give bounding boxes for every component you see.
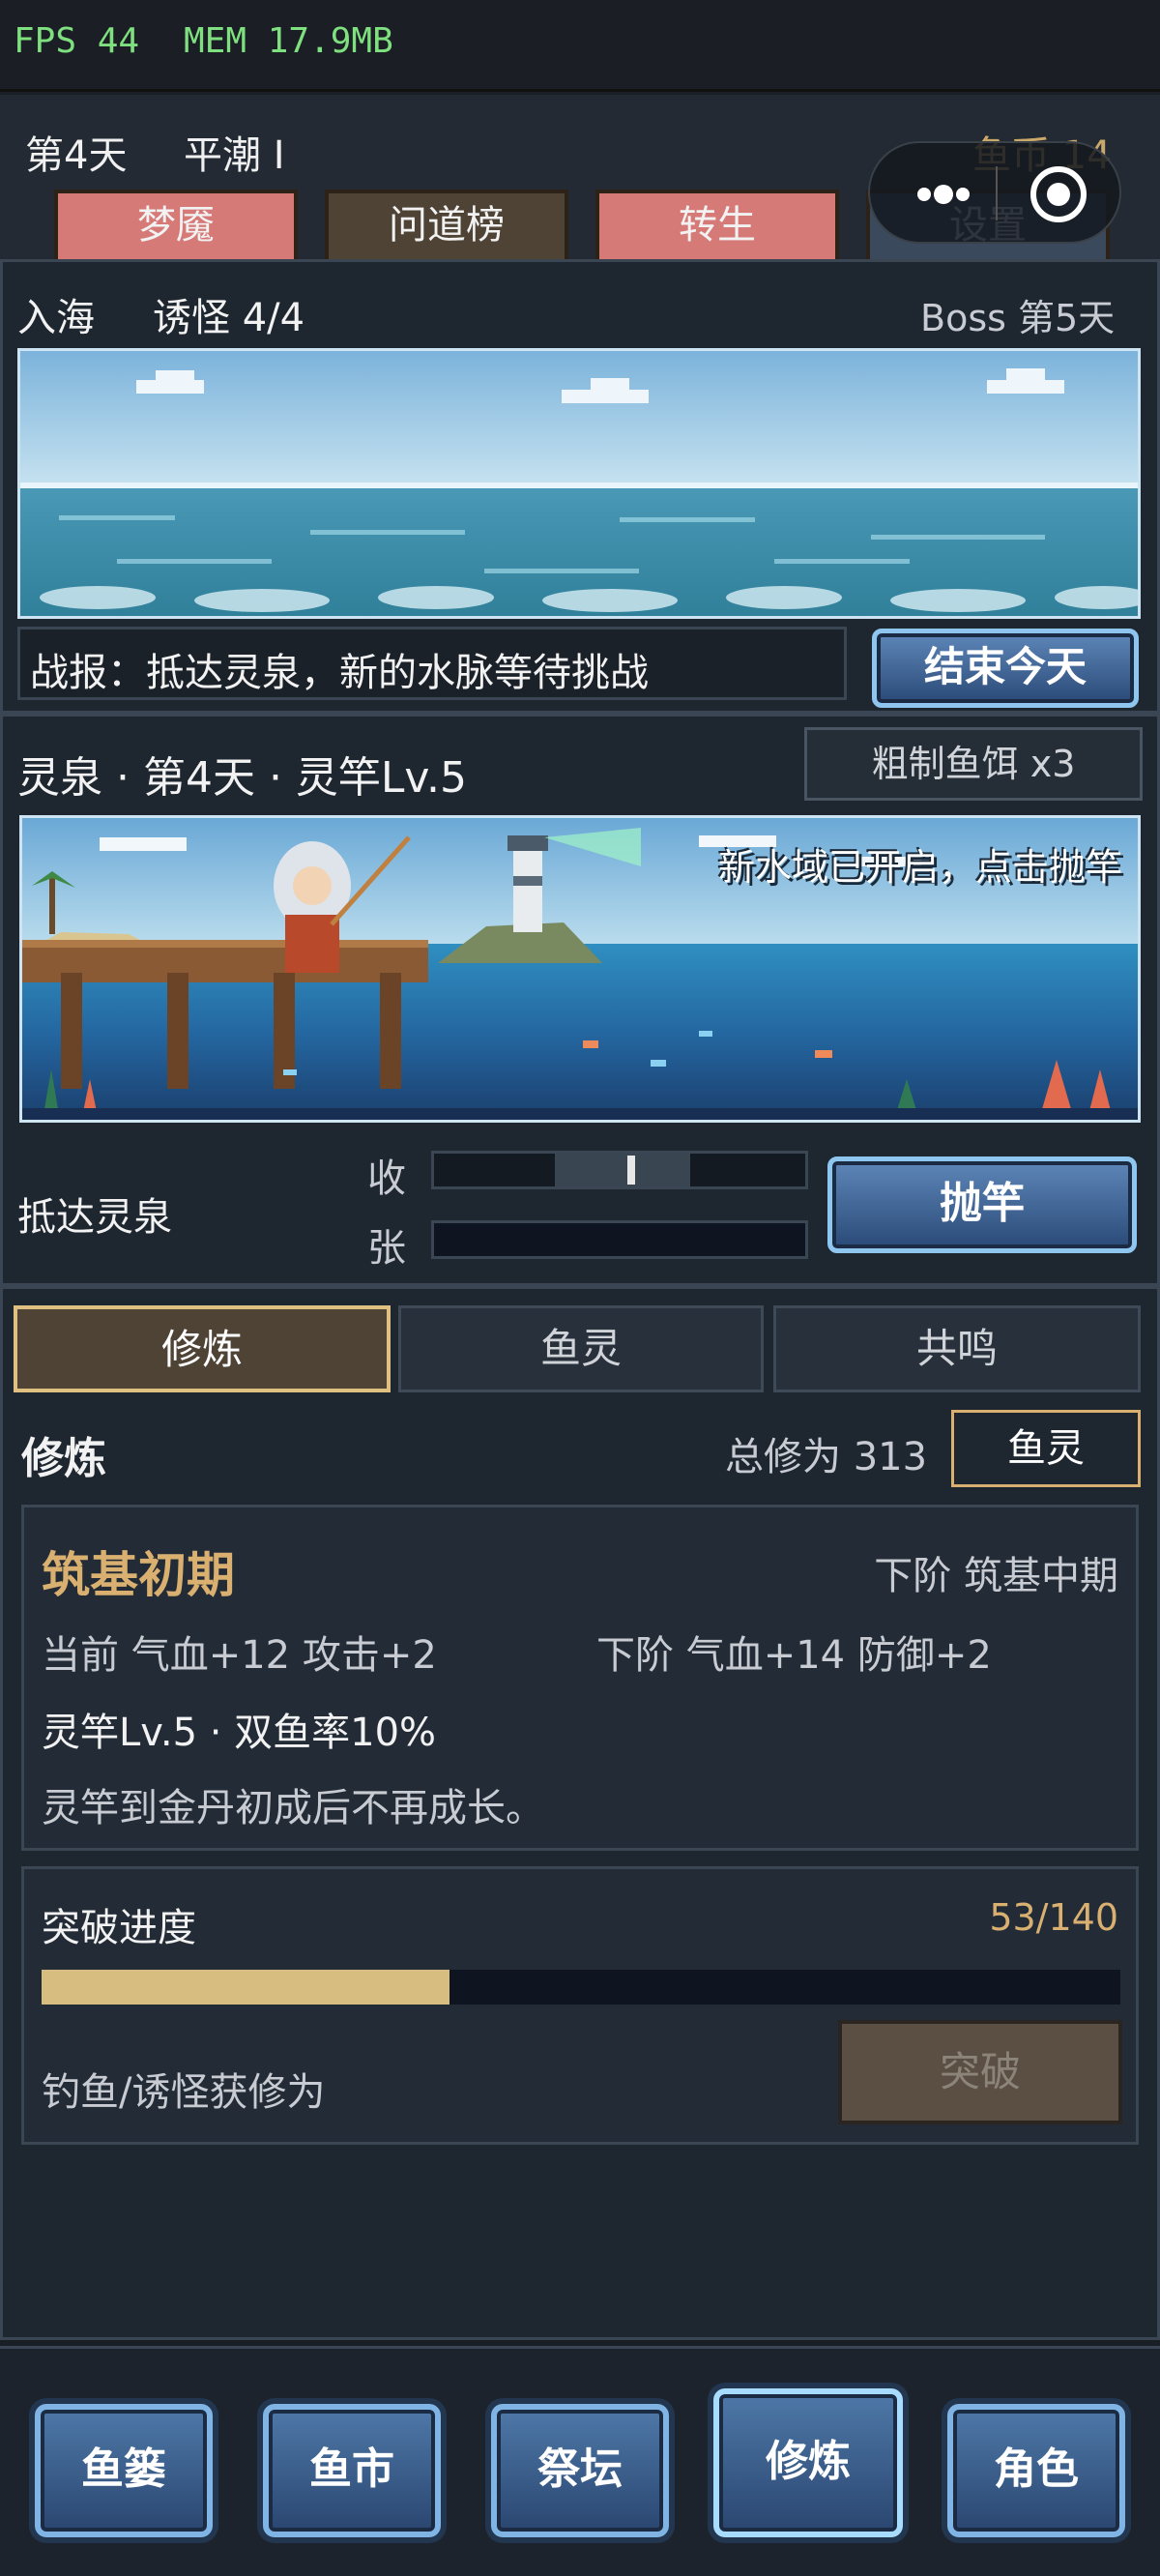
fishing-scene[interactable]: 新水域已开启，点击抛竿 xyxy=(19,815,1141,1123)
boss-countdown: Boss 第5天 xyxy=(920,297,1116,339)
fishing-location: 抵达灵泉 xyxy=(17,1195,172,1240)
tab-ranking[interactable]: 问道榜 xyxy=(325,190,568,259)
subtab-cultivation[interactable]: 修炼 xyxy=(14,1305,391,1392)
current-realm: 筑基初期 xyxy=(42,1547,235,1603)
breakthrough-progress-bar xyxy=(42,1970,1120,2005)
close-target-icon[interactable] xyxy=(1027,162,1090,226)
breakthrough-card: 突破进度 53/140 钓鱼/诱怪获修为 突破 xyxy=(21,1866,1139,2145)
battle-report-text: 战报：抵达灵泉，新的水脉等待挑战 xyxy=(30,651,649,695)
realm-card: 筑基初期 下阶 筑基中期 当前 气血+12 攻击+2 下阶 气血+14 防御+2… xyxy=(21,1505,1139,1851)
breakthrough-progress-text: 53/140 xyxy=(989,1896,1118,1939)
total-cultivation: 总修为 313 xyxy=(725,1435,928,1479)
tension-gauge xyxy=(431,1220,808,1259)
rod-info: 灵竿Lv.5 · 双鱼率10% xyxy=(42,1711,437,1755)
sea-view xyxy=(17,348,1141,619)
breakthrough-title: 突破进度 xyxy=(42,1906,196,1950)
breakthrough-button[interactable]: 突破 xyxy=(838,2020,1122,2124)
fishing-banner-text: 新水域已开启，点击抛竿 xyxy=(717,846,1122,889)
end-day-button[interactable]: 结束今天 xyxy=(872,629,1139,708)
breakthrough-hint: 钓鱼/诱怪获修为 xyxy=(42,2070,326,2115)
reel-gauge xyxy=(431,1151,808,1189)
memory-readout: MEM 17.9MB xyxy=(184,21,393,61)
capsule-divider xyxy=(996,166,998,220)
tab-nightmare[interactable]: 梦魇 xyxy=(54,190,298,259)
debug-status-bar: FPS 44 MEM 17.9MB xyxy=(0,0,1160,92)
nav-character[interactable]: 角色 xyxy=(947,2404,1125,2537)
fishing-title: 灵泉 · 第4天 · 灵竿Lv.5 xyxy=(17,753,468,803)
tide-label: 平潮 I xyxy=(184,133,285,178)
tab-rebirth[interactable]: 转生 xyxy=(595,190,839,259)
rod-note: 灵竿到金丹初成后不再成长。 xyxy=(42,1786,544,1830)
reel-sweet-zone xyxy=(555,1154,690,1186)
nav-altar[interactable]: 祭坛 xyxy=(491,2404,669,2537)
subtab-fish-spirit[interactable]: 鱼灵 xyxy=(398,1305,764,1392)
nav-fish-basket[interactable]: 鱼篓 xyxy=(35,2404,213,2537)
bait-selector[interactable]: 粗制鱼饵 x3 xyxy=(804,727,1143,801)
sea-mode-label: 入海 xyxy=(17,296,95,340)
day-label: 第4天 xyxy=(25,133,128,178)
next-stats: 下阶 气血+14 防御+2 xyxy=(596,1633,992,1678)
cast-button[interactable]: 抛竿 xyxy=(827,1156,1137,1253)
more-icon[interactable] xyxy=(895,170,1001,219)
subtab-resonance[interactable]: 共鸣 xyxy=(773,1305,1141,1392)
fps-readout: FPS 44 xyxy=(14,21,140,61)
cultivation-heading: 修炼 xyxy=(21,1434,106,1483)
nav-cultivation[interactable]: 修炼 xyxy=(713,2388,903,2537)
next-realm: 下阶 筑基中期 xyxy=(874,1554,1118,1598)
tension-label: 张 xyxy=(367,1226,406,1271)
fish-spirit-button[interactable]: 鱼灵 xyxy=(951,1410,1141,1487)
miniprogram-capsule[interactable] xyxy=(868,141,1121,244)
reel-label: 收 xyxy=(367,1156,406,1201)
nav-fish-market[interactable]: 鱼市 xyxy=(263,2404,441,2537)
current-stats: 当前 气血+12 攻击+2 xyxy=(42,1633,437,1678)
breakthrough-progress-fill xyxy=(42,1970,450,2005)
battle-report-box: 战报：抵达灵泉，新的水脉等待挑战 xyxy=(17,627,847,700)
reel-marker xyxy=(626,1156,635,1185)
lure-counter: 诱怪 4/4 xyxy=(153,296,305,340)
